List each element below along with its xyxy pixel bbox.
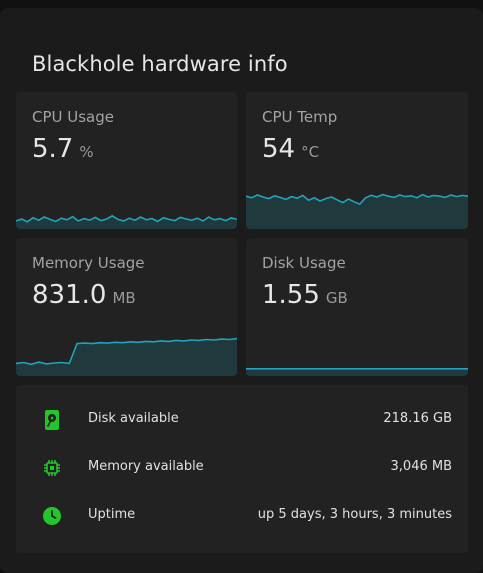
card-title: Blackhole hardware info	[32, 52, 288, 76]
sparkline-disk-usage	[246, 368, 468, 376]
sensor-name: Disk Usage	[262, 254, 346, 272]
sparkline-area	[246, 368, 468, 376]
info-row-disk-available[interactable]: Disk available 218.16 GB	[16, 408, 468, 432]
sparkline-cpu-temp	[246, 193, 468, 229]
sensor-value: 1.55 GB	[262, 280, 348, 310]
sensor-value: 831.0 MB	[32, 280, 136, 310]
info-label: Uptime	[88, 507, 136, 522]
sensor-tile-disk-usage[interactable]: Disk Usage 1.55 GB	[246, 238, 468, 376]
sensor-unit: %	[79, 143, 94, 161]
sensor-tile-cpu-temp[interactable]: CPU Temp 54 °C	[246, 92, 468, 229]
info-row-memory-available[interactable]: Memory available 3,046 MB	[16, 456, 468, 480]
info-label: Memory available	[88, 459, 204, 474]
sparkline-memory-usage	[16, 337, 237, 376]
info-value: up 5 days, 3 hours, 3 minutes	[257, 507, 452, 522]
memory-chip-icon	[40, 456, 64, 480]
sensor-unit: GB	[325, 289, 348, 307]
sensor-tile-cpu-usage[interactable]: CPU Usage 5.7%	[16, 92, 237, 229]
info-label: Disk available	[88, 411, 179, 426]
info-list: Disk available 218.16 GB Memory availabl…	[16, 385, 468, 553]
sensor-value: 5.7%	[32, 134, 94, 164]
info-value: 218.16 GB	[383, 411, 452, 426]
harddisk-icon	[40, 408, 64, 432]
sparkline-area	[16, 215, 237, 229]
sparkline-area	[246, 194, 468, 229]
sensor-unit: MB	[112, 289, 136, 307]
sensor-unit: °C	[301, 143, 320, 161]
sensor-name: CPU Temp	[262, 108, 338, 126]
clock-icon	[40, 504, 64, 528]
sparkline-cpu-usage	[16, 214, 237, 229]
info-value: 3,046 MB	[390, 459, 452, 474]
sparkline-area	[16, 338, 237, 376]
info-row-uptime[interactable]: Uptime up 5 days, 3 hours, 3 minutes	[16, 504, 468, 528]
sensor-name: CPU Usage	[32, 108, 115, 126]
sensor-name: Memory Usage	[32, 254, 145, 272]
sensor-tile-memory-usage[interactable]: Memory Usage 831.0 MB	[16, 238, 237, 376]
sensor-value: 54 °C	[262, 134, 320, 164]
